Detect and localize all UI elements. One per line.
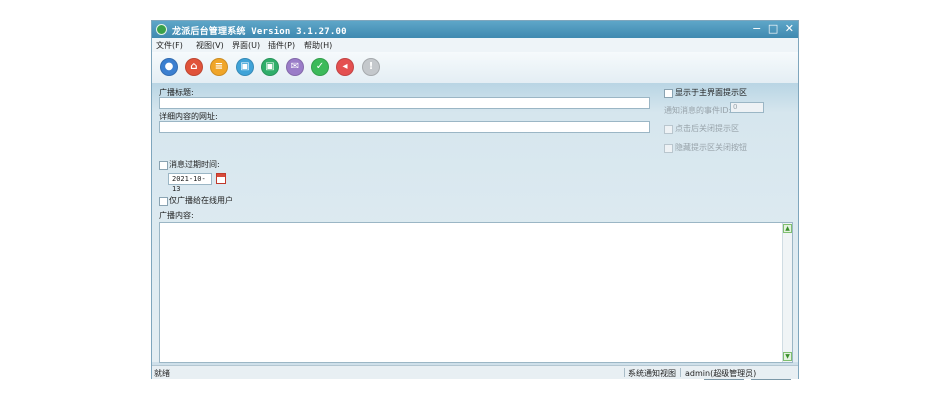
close-on-click-label: 点击后关闭提示区 xyxy=(675,124,739,133)
expire-date-input[interactable]: 2021-10-13 xyxy=(168,173,212,193)
broadcast-title-input[interactable] xyxy=(159,97,650,109)
speaker-icon[interactable]: ◂ xyxy=(336,58,354,76)
event-id-label: 通知消息的事件ID: xyxy=(664,106,732,115)
contact-icon[interactable]: ▣ xyxy=(261,58,279,76)
home-icon[interactable]: ⌂ xyxy=(185,58,203,76)
status-ready: 就绪 xyxy=(154,369,170,378)
check-icon[interactable]: ✓ xyxy=(311,58,329,76)
window-title: 龙派后台管理系统 Version 3.1.27.00 xyxy=(172,27,347,37)
scroll-up-icon[interactable]: ▲ xyxy=(783,224,792,233)
status-view: 系统通知视图 xyxy=(628,369,676,378)
list-icon[interactable]: ≡ xyxy=(210,58,228,76)
menu-view[interactable]: 视图(V) xyxy=(196,40,224,51)
close-button[interactable]: ✕ xyxy=(785,22,794,35)
online-only-checkbox[interactable] xyxy=(159,197,168,206)
content-scrollbar[interactable]: ▲ ▼ xyxy=(782,223,792,362)
minimize-button[interactable]: − xyxy=(752,22,761,35)
detail-url-input[interactable] xyxy=(159,121,650,133)
broadcast-form: 广播标题: 详细内容的网址: 消息过期时间: 2021-10-13 仅广播给在线… xyxy=(152,83,798,380)
online-only-label: 仅广播给在线用户 xyxy=(169,196,233,205)
window-controls: − □ ✕ xyxy=(749,22,794,35)
status-user: admin(超级管理员) xyxy=(685,369,757,378)
menu-bar: 文件(F) 视图(V) 界面(U) 插件(P) 帮助(H) xyxy=(152,38,798,52)
close-on-click-checkbox[interactable] xyxy=(664,125,673,134)
menu-plugins[interactable]: 插件(P) xyxy=(268,40,295,51)
message-icon[interactable]: ✉ xyxy=(286,58,304,76)
title-bar[interactable]: 龙派后台管理系统 Version 3.1.27.00 − □ ✕ xyxy=(152,21,798,38)
content-label: 广播内容: xyxy=(159,211,194,220)
status-bar: 就绪 系统通知视图 admin(超级管理员) xyxy=(152,365,798,379)
app-logo-icon xyxy=(156,24,167,35)
show-main-checkbox[interactable] xyxy=(664,89,673,98)
content-textarea[interactable]: ▲ ▼ xyxy=(159,222,793,363)
main-window: 龙派后台管理系统 Version 3.1.27.00 − □ ✕ 文件(F) 视… xyxy=(151,20,799,380)
maximize-button[interactable]: □ xyxy=(768,22,778,35)
expire-time-checkbox[interactable] xyxy=(159,161,168,170)
hide-close-button-label: 隐藏提示区关闭按钮 xyxy=(675,143,747,152)
toolbar: ● ⌂ ≡ ▣ ▣ ✉ ✓ ◂ ! xyxy=(152,52,798,84)
expire-time-label: 消息过期时间: xyxy=(169,160,220,169)
users-icon[interactable]: ● xyxy=(160,58,178,76)
menu-file[interactable]: 文件(F) xyxy=(156,40,183,51)
calendar-icon[interactable] xyxy=(216,173,226,184)
menu-help[interactable]: 帮助(H) xyxy=(304,40,332,51)
status-divider xyxy=(624,368,625,377)
info-icon[interactable]: ! xyxy=(362,58,380,76)
menu-ui[interactable]: 界面(U) xyxy=(232,40,260,51)
status-divider xyxy=(680,368,681,377)
show-main-label: 显示于主界面提示区 xyxy=(675,88,747,97)
user-card-icon[interactable]: ▣ xyxy=(236,58,254,76)
scroll-down-icon[interactable]: ▼ xyxy=(783,352,792,361)
event-id-input[interactable]: 0 xyxy=(730,102,764,113)
hide-close-button-checkbox[interactable] xyxy=(664,144,673,153)
